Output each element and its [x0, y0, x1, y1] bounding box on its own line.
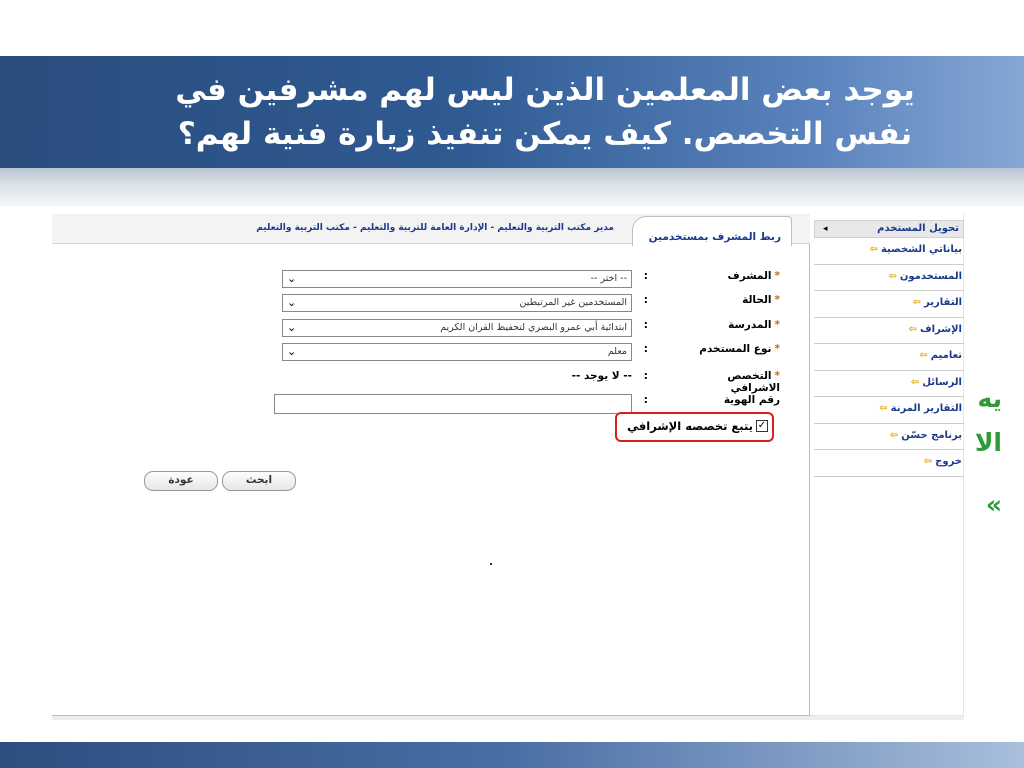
bottom-band: [0, 742, 1024, 768]
sidebar-item-circulars[interactable]: تعاميم ⇦: [814, 344, 964, 371]
colon: :: [643, 394, 648, 406]
tab-link-supervisor-users[interactable]: ربط المشرف بمستخدمين: [632, 216, 792, 246]
search-button[interactable]: ابحث: [222, 471, 296, 491]
sidebar-item-supervision[interactable]: الإشراف ⇦: [814, 318, 964, 344]
supervisor-row: *المشرف : -- اختر -- ⌄: [52, 270, 810, 290]
school-label: *المدرسة: [728, 319, 780, 331]
arrow-left-icon: ⇦: [888, 270, 897, 282]
sidebar-item-label: الرسائل: [922, 376, 962, 388]
sidebar-item-hassan-program[interactable]: برنامج حسّن ⇦: [814, 424, 964, 450]
arrow-left-icon: ⇦: [923, 456, 933, 467]
stray-dot: [490, 563, 492, 565]
colon: :: [643, 319, 648, 331]
back-button[interactable]: عودة: [144, 471, 218, 491]
sidebar-item-messages[interactable]: الرسائل ⇦: [814, 371, 964, 397]
sidebar-item-label: تعاميم: [930, 350, 962, 361]
colon: :: [643, 294, 648, 306]
screenshot-bottom-strip: [52, 716, 964, 720]
chevron-down-icon: ⌄: [287, 272, 297, 285]
colon: :: [643, 370, 648, 382]
arrow-left-icon: ⇦: [919, 350, 928, 361]
sidebar-item-label: التقارير المرنة: [890, 403, 962, 414]
status-row: *الحالة : المستخدمين غير المرتبطين ⌄: [52, 294, 810, 314]
specialty-label: *التخصص الاشرافي: [727, 370, 780, 394]
follow-specialty-checkbox[interactable]: ✓: [756, 420, 768, 432]
supervisor-select-value: -- اختر --: [590, 273, 627, 284]
sidebar: تحويل المستخدم ◂ بياناتي الشخصية ⇦ المست…: [814, 220, 964, 477]
sidebar-item-flexible-reports[interactable]: التقارير المرنة ⇦: [814, 397, 964, 424]
school-select[interactable]: ابتدائية أبي عمرو البصري لتحفيظ القران ا…: [282, 319, 632, 337]
chevron-down-icon: ⌄: [287, 345, 297, 358]
colon: :: [643, 343, 648, 355]
arrow-left-icon: ⇦: [879, 403, 888, 414]
sidebar-item-label: الإشراف: [920, 323, 962, 335]
user-type-select[interactable]: معلم ⌄: [282, 343, 632, 361]
slide-title: يوجد بعض المعلمين الذين ليس لهم مشرفين ف…: [175, 72, 915, 152]
user-type-row: *نوع المستخدم : معلم ⌄: [52, 343, 810, 363]
sidebar-item-users[interactable]: المستخدمون ⇦: [814, 265, 964, 291]
main-panel: مدير مكتب التربية والتعليم - الإدارة الع…: [52, 214, 810, 716]
supervisor-select[interactable]: -- اختر -- ⌄: [282, 270, 632, 288]
sidebar-item-label: خروج: [935, 456, 962, 467]
chevron-down-icon: ⌄: [287, 321, 297, 334]
sidebar-header-switch-user[interactable]: تحويل المستخدم ◂: [814, 220, 964, 238]
follow-specialty-checkbox-row[interactable]: ✓ يتبع تخصصه الإشرافي: [618, 419, 768, 433]
arrow-left-icon: ⇦: [869, 244, 878, 255]
id-number-input[interactable]: [274, 394, 632, 414]
status-select-value: المستخدمين غير المرتبطين: [519, 297, 627, 308]
colon: :: [643, 270, 648, 282]
sidebar-item-reports[interactable]: التقارير ⇦: [814, 291, 964, 318]
app-screenshot: تحويل المستخدم ◂ بياناتي الشخصية ⇦ المست…: [52, 214, 964, 716]
sidebar-item-label: بياناتي الشخصية: [880, 244, 962, 255]
follow-specialty-label: يتبع تخصصه الإشرافي: [627, 419, 753, 433]
user-type-select-value: معلم: [607, 346, 627, 357]
edge-fragment-2: الا: [974, 428, 1002, 457]
specialty-row: *التخصص الاشرافي : -- لا يوجد --: [52, 370, 810, 394]
edge-fragment-3: »: [985, 490, 1002, 519]
supervisor-label: *المشرف: [727, 270, 781, 282]
arrow-left-icon: ⇦: [889, 429, 899, 441]
sidebar-item-label: برنامج حسّن: [901, 429, 962, 441]
status-label: *الحالة: [742, 294, 780, 306]
school-row: *المدرسة : ابتدائية أبي عمرو البصري لتحف…: [52, 319, 810, 339]
id-number-label: رقم الهوية: [723, 394, 780, 406]
specialty-value: -- لا يوجد --: [571, 370, 632, 382]
user-type-label: *نوع المستخدم: [699, 343, 780, 355]
status-select[interactable]: المستخدمين غير المرتبطين ⌄: [282, 294, 632, 312]
chevron-down-icon: ⌄: [287, 296, 297, 309]
breadcrumb[interactable]: مدير مكتب التربية والتعليم - الإدارة الع…: [114, 223, 614, 233]
sidebar-item-label: المستخدمون: [899, 270, 962, 282]
arrow-left-icon: ⇦: [910, 376, 920, 388]
sidebar-item-personal-data[interactable]: بياناتي الشخصية ⇦: [814, 238, 964, 265]
caret-left-icon[interactable]: ◂: [823, 224, 828, 234]
arrow-left-icon: ⇦: [912, 297, 922, 308]
sidebar-item-logout[interactable]: خروج ⇦: [814, 450, 964, 477]
school-select-value: ابتدائية أبي عمرو البصري لتحفيظ القران ا…: [440, 322, 627, 333]
edge-fragment-1: يه: [977, 384, 1002, 413]
arrow-left-icon: ⇦: [908, 323, 918, 335]
sidebar-header-label: تحويل المستخدم: [877, 223, 959, 234]
sidebar-item-label: التقارير: [924, 297, 962, 308]
